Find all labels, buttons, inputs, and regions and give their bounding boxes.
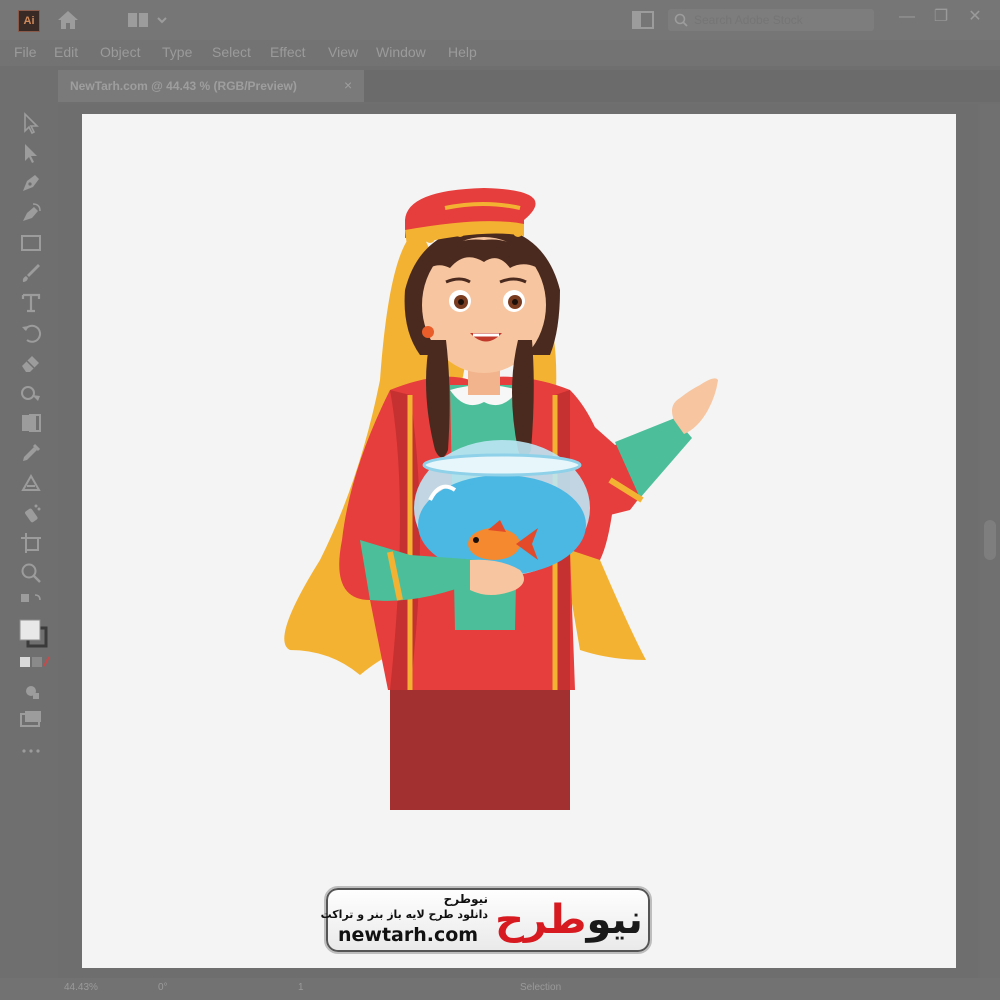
app-logo: Ai — [18, 10, 40, 32]
status-bar: 44.43% 0° 1 Selection — [0, 978, 1000, 1000]
default-fill-stroke-icon[interactable] — [18, 590, 44, 616]
color-mode-icon[interactable] — [18, 652, 50, 678]
watermark-brand-small: نیوطرح — [443, 892, 488, 906]
document-tab-label: NewTarh.com @ 44.43 % (RGB/Preview) — [70, 79, 297, 93]
eyedropper-tool-icon[interactable] — [18, 440, 44, 466]
close-window-icon[interactable]: ✕ — [964, 6, 986, 28]
title-bar: Ai — ❐ ✕ — [0, 0, 1000, 40]
watermark-logo-part1: نیو — [586, 897, 643, 943]
rotate-tool-icon[interactable] — [18, 320, 44, 346]
vertical-scroll-thumb[interactable] — [984, 520, 996, 560]
artboard-tool-icon[interactable] — [18, 530, 44, 556]
fill-stroke-swatch[interactable] — [18, 616, 50, 650]
curvature-tool-icon[interactable] — [18, 200, 44, 226]
menu-window[interactable]: Window — [376, 44, 426, 60]
more-tools-icon[interactable] — [18, 738, 44, 764]
minimize-icon[interactable]: — — [896, 6, 918, 28]
status-mode: Selection — [520, 982, 562, 993]
menu-bar: File Edit Object Type Select Effect View… — [0, 40, 1000, 66]
earring — [422, 326, 434, 338]
menu-select[interactable]: Select — [212, 44, 251, 60]
screen-mode-icon[interactable] — [18, 706, 44, 732]
illustration-girl-with-fishbowl[interactable] — [270, 180, 730, 820]
menu-object[interactable]: Object — [100, 44, 140, 60]
goldfish — [468, 528, 520, 560]
zoom-tool-icon[interactable] — [18, 560, 44, 586]
artboard-number[interactable]: 1 — [298, 982, 304, 993]
watermark-url: newtarh.com — [338, 924, 479, 946]
zoom-level[interactable]: 44.43% — [64, 982, 98, 993]
search-icon — [674, 13, 688, 27]
menu-file[interactable]: File — [14, 44, 37, 60]
blend-tool-icon[interactable] — [18, 470, 44, 496]
shape-builder-tool-icon[interactable] — [18, 410, 44, 436]
search-stock[interactable] — [668, 9, 874, 31]
close-tab-icon[interactable]: × — [344, 77, 352, 93]
search-input[interactable] — [694, 11, 866, 29]
paintbrush-tool-icon[interactable] — [18, 260, 44, 286]
document-tab-bar: NewTarh.com @ 44.43 % (RGB/Preview) × — [58, 70, 1000, 102]
selection-tool-icon[interactable] — [18, 110, 44, 136]
eraser-tool-icon[interactable] — [18, 350, 44, 376]
menu-view[interactable]: View — [328, 44, 358, 60]
menu-help[interactable]: Help — [448, 44, 477, 60]
draw-mode-icon[interactable] — [18, 678, 44, 704]
watermark-tagline: دانلود طرح لایه باز بنر و تراکت — [320, 908, 488, 921]
pen-tool-icon[interactable] — [18, 170, 44, 196]
menu-effect[interactable]: Effect — [270, 44, 306, 60]
raised-hand — [672, 378, 718, 434]
watermark-badge: نیوطرح دانلود طرح لایه باز بنر و تراکت n… — [320, 886, 652, 954]
home-icon[interactable] — [56, 9, 80, 36]
tools-panel — [8, 104, 54, 784]
symbol-sprayer-tool-icon[interactable] — [18, 500, 44, 526]
rectangle-tool-icon[interactable] — [18, 230, 44, 256]
width-tool-icon[interactable] — [18, 380, 44, 406]
watermark-logo: نیوطرح — [494, 892, 644, 948]
watermark-logo-part2: طرح — [495, 897, 587, 943]
document-tab[interactable]: NewTarh.com @ 44.43 % (RGB/Preview) × — [58, 70, 364, 102]
type-tool-icon[interactable] — [18, 290, 44, 316]
menu-type[interactable]: Type — [162, 44, 192, 60]
menu-edit[interactable]: Edit — [54, 44, 78, 60]
rotation-value[interactable]: 0° — [158, 982, 168, 993]
direct-selection-tool-icon[interactable] — [18, 140, 44, 166]
workspace-switcher-icon[interactable] — [126, 10, 170, 35]
arrange-documents-icon[interactable] — [632, 11, 654, 34]
restore-icon[interactable]: ❐ — [930, 6, 952, 28]
